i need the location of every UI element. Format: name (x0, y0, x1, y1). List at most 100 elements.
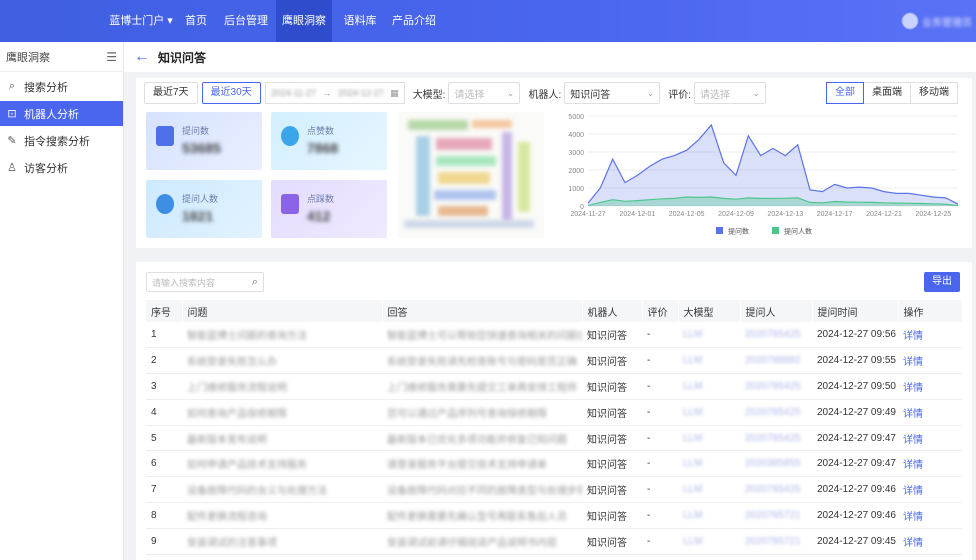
word-cloud-term (404, 220, 534, 228)
top-navigation-bar: 蓝博士门户 ▾ 首页 后台管理 鹰眼洞察 语料库 产品介绍 业务管理员 (0, 0, 976, 42)
last-7-days-button[interactable]: 最近7天 (144, 82, 198, 104)
word-cloud-term (436, 156, 496, 166)
cell-no: 6 (146, 450, 182, 478)
date-start: 2024-11-27 (270, 88, 317, 98)
nav-insight[interactable]: 鹰眼洞察 (276, 0, 332, 42)
cell-no: 4 (146, 399, 182, 426)
row-actions: 详情 (898, 322, 962, 349)
table-row: 2 系统登录失败怎么办 系统登录失败请先检查账号与密码是否正确 知识问答 - LLM 202… (146, 347, 962, 375)
row-actions: 详情 (898, 373, 962, 400)
sidebar-title: 鹰眼洞察 (6, 51, 50, 64)
x-tick-label: 2024-12-09 (718, 211, 754, 218)
nav-corpus[interactable]: 语料库 (334, 0, 386, 42)
stat-card-askers: 提问人数 1821 (146, 180, 262, 238)
cell-model: LLM (678, 425, 740, 452)
rating-select[interactable]: 请选择 ⌄ (694, 82, 767, 104)
trend-chart: 5000 4000 3000 2000 1000 0 2024-11-27 2024-12-… (568, 114, 959, 236)
back-arrow-icon[interactable]: ← (134, 48, 150, 66)
details-link[interactable]: 详情 (903, 486, 923, 497)
details-link[interactable]: 详情 (903, 435, 923, 446)
calendar-icon: ▦ (390, 87, 399, 98)
row-actions: 详情 (898, 502, 962, 529)
cell-robot: 知识问答 (582, 373, 642, 400)
database-icon (156, 194, 174, 214)
stat-value: 1821 (182, 208, 214, 224)
segment-mobile[interactable]: 移动端 (911, 82, 958, 104)
cell-user: 2020788882 (740, 347, 812, 375)
cell-robot: 知识问答 (582, 425, 642, 452)
sidebar: 鹰眼洞察 ☰ ⌕ 搜索分析 ⊡ 机器人分析 ✎ 指令搜索分析 ♙ 访客分析 (0, 42, 124, 560)
cell-robot: 知识问答 (582, 399, 642, 426)
search-icon[interactable]: ⌕ (252, 276, 258, 289)
rating-filter-label: 评价: (668, 89, 692, 101)
legend-swatch (716, 227, 723, 234)
details-link[interactable]: 详情 (903, 357, 923, 368)
cell-time: 2024-12-27 09:47 (812, 450, 898, 478)
filter-bar: 最近7天 最近30天 2024-11-27 → 2024-12-27 ▦ 大模型… (144, 82, 767, 104)
user-name: 业务管理员 (922, 17, 972, 29)
last-30-days-button[interactable]: 最近30天 (201, 82, 261, 104)
details-link[interactable]: 详情 (903, 538, 923, 549)
word-cloud-term (416, 136, 430, 216)
cell-rating: - (642, 425, 678, 452)
y-tick-label: 4000 (568, 132, 584, 139)
details-link[interactable]: 详情 (903, 331, 923, 342)
cell-model: LLM (678, 450, 740, 478)
y-tick-label: 2000 (568, 168, 584, 175)
segment-all[interactable]: 全部 (826, 82, 864, 104)
search-icon: ⌕ (8, 80, 16, 92)
stat-value: 412 (307, 208, 331, 224)
cell-q: 如何申请产品技术支持服务 (182, 450, 382, 478)
cell-user: 2020785425 (740, 373, 812, 400)
rating-select-placeholder: 请选择 (700, 89, 731, 101)
cell-user: 2020785425 (740, 399, 812, 426)
details-link[interactable]: 详情 (903, 409, 923, 420)
table-row: 8 配件更换流程咨询 配件更换需要先确认型号再联系售后人员 知识问答 - LLM 20207… (146, 502, 962, 529)
column-header: 大模型 (678, 300, 741, 322)
stat-value: 53685 (182, 140, 221, 156)
cell-model: LLM (678, 399, 740, 426)
model-filter-label: 大模型: (412, 89, 446, 101)
stat-card-questions: 提问数 53685 (146, 112, 262, 170)
search-placeholder: 请输入搜索内容 (152, 277, 216, 288)
x-tick-label: 2024-12-21 (866, 211, 902, 218)
x-tick-label: 2024-12-01 (619, 211, 655, 218)
segment-desktop[interactable]: 桌面端 (864, 82, 911, 104)
cell-user: 2020785425 (740, 425, 812, 452)
robot-select[interactable]: 知识问答 ⌄ (564, 82, 661, 104)
word-cloud-term (518, 142, 530, 212)
cell-time: 2024-12-27 09:49 (812, 399, 898, 426)
user-menu[interactable]: 业务管理员 (902, 9, 972, 33)
robot-filter-label: 机器人: (528, 89, 562, 101)
word-cloud-term (438, 206, 488, 216)
cell-rating: - (642, 322, 678, 349)
cell-rating: - (642, 528, 678, 555)
collapse-menu-icon[interactable]: ☰ (106, 50, 117, 64)
cell-model: LLM (678, 528, 740, 555)
sidebar-item-robot-analysis[interactable]: ⊡ 机器人分析 (0, 101, 123, 126)
search-input[interactable]: 请输入搜索内容 ⌕ (146, 272, 264, 292)
cell-a: 最新版本已优化多项功能并修复已知问题 (382, 425, 582, 452)
nav-home[interactable]: 首页 (176, 0, 216, 42)
nav-admin[interactable]: 后台管理 (218, 0, 274, 42)
cell-model: LLM (678, 502, 740, 529)
nav-product[interactable]: 产品介绍 (386, 0, 442, 42)
column-header: 提问人 (740, 300, 813, 322)
cell-q: 系统登录失败怎么办 (182, 347, 382, 375)
date-end: 2024-12-27 (337, 88, 384, 98)
cell-rating: - (642, 373, 678, 400)
date-range-picker[interactable]: 2024-11-27 → 2024-12-27 ▦ (264, 82, 405, 104)
details-link[interactable]: 详情 (903, 512, 923, 523)
cell-a: 配件更换需要先确认型号再联系售后人员 (382, 502, 582, 529)
word-cloud-term (438, 172, 490, 184)
sidebar-item-search-analysis[interactable]: ⌕ 搜索分析 (0, 74, 123, 99)
cell-q: 智能蓝博士问题的查询方法 (182, 322, 382, 349)
details-link[interactable]: 详情 (903, 383, 923, 394)
nav-portal-dropdown[interactable]: 蓝博士门户 ▾ (106, 0, 176, 42)
model-select[interactable]: 请选择 ⌄ (448, 82, 521, 104)
export-button[interactable]: 导出 (924, 272, 960, 292)
details-link[interactable]: 详情 (903, 460, 923, 471)
cell-robot: 知识问答 (582, 450, 642, 478)
sidebar-item-visitor-analysis[interactable]: ♙ 访客分析 (0, 155, 123, 180)
sidebar-item-command-search[interactable]: ✎ 指令搜索分析 (0, 128, 123, 153)
